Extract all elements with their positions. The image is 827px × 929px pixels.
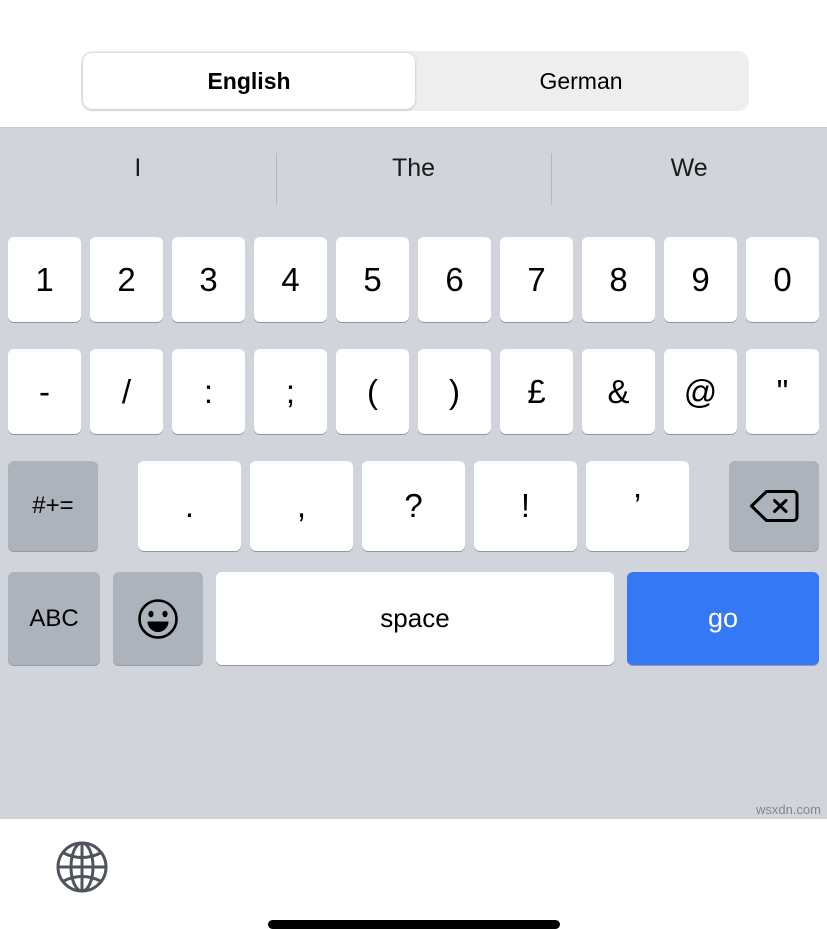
- delete-backspace-icon: [749, 488, 799, 524]
- segment-english-label: English: [207, 67, 291, 94]
- key-8[interactable]: 8: [582, 237, 655, 322]
- key-5-label: 5: [363, 260, 382, 298]
- key-ampersand[interactable]: &: [582, 349, 655, 434]
- key-slash-label: /: [121, 372, 132, 410]
- key-5[interactable]: 5: [336, 237, 409, 322]
- key-space[interactable]: space: [216, 572, 614, 665]
- key-emoji[interactable]: [113, 572, 203, 665]
- prediction-candidate-2[interactable]: The: [275, 128, 552, 208]
- key-7[interactable]: 7: [500, 237, 573, 322]
- key-3-label: 3: [199, 260, 218, 298]
- key-4[interactable]: 4: [254, 237, 327, 322]
- key-question[interactable]: ?: [362, 461, 465, 551]
- key-quote-double[interactable]: ": [746, 349, 819, 434]
- key-6[interactable]: 6: [418, 237, 491, 322]
- segment-english[interactable]: English: [83, 53, 415, 109]
- key-4-label: 4: [281, 260, 300, 298]
- prediction-candidate-1-label: I: [134, 153, 142, 182]
- key-1[interactable]: 1: [8, 237, 81, 322]
- prediction-candidate-3[interactable]: We: [551, 128, 827, 208]
- key-abc-label: ABC: [29, 604, 79, 632]
- key-paren-open[interactable]: (: [336, 349, 409, 434]
- watermark: wsxdn.com: [755, 802, 821, 817]
- key-ampersand-label: &: [607, 372, 630, 410]
- key-0-label: 0: [773, 260, 792, 298]
- segment-german-label: German: [539, 67, 623, 94]
- keyboard-row-symbols: - / : ; ( ) £ & @ ": [0, 349, 827, 434]
- key-colon-label: :: [203, 372, 214, 410]
- key-semicolon-label: ;: [285, 372, 296, 410]
- key-symbols-shift[interactable]: #+=: [8, 461, 98, 551]
- key-exclamation-label: !: [520, 487, 531, 524]
- key-go-label: go: [707, 603, 739, 633]
- prediction-candidate-2-label: The: [391, 153, 436, 182]
- key-comma-label: ,: [296, 487, 307, 524]
- keyboard-row-numbers: 1 2 3 4 5 6 7 8 9 0: [0, 237, 827, 322]
- key-2-label: 2: [117, 260, 136, 298]
- key-pound[interactable]: £: [500, 349, 573, 434]
- key-space-label: space: [380, 603, 450, 633]
- key-exclamation[interactable]: !: [474, 461, 577, 551]
- language-bar: English German: [0, 0, 827, 128]
- key-paren-close[interactable]: ): [418, 349, 491, 434]
- key-at[interactable]: @: [664, 349, 737, 434]
- key-3[interactable]: 3: [172, 237, 245, 322]
- key-0[interactable]: 0: [746, 237, 819, 322]
- key-period-label: .: [184, 487, 195, 524]
- keyboard: I The We 1 2 3 4 5 6 7 8 9 0 - / : ; ( )…: [0, 128, 827, 929]
- prediction-bar: I The We: [0, 128, 827, 208]
- language-segmented-control[interactable]: English German: [81, 51, 749, 111]
- key-pound-label: £: [527, 372, 546, 410]
- key-hyphen-label: -: [39, 372, 50, 410]
- key-symbols-shift-label: #+=: [32, 492, 74, 519]
- key-2[interactable]: 2: [90, 237, 163, 322]
- smiley-face-icon: [136, 597, 180, 641]
- key-slash[interactable]: /: [90, 349, 163, 434]
- key-6-label: 6: [445, 260, 464, 298]
- key-9[interactable]: 9: [664, 237, 737, 322]
- key-semicolon[interactable]: ;: [254, 349, 327, 434]
- prediction-candidate-1[interactable]: I: [0, 128, 276, 208]
- prediction-candidate-3-label: We: [670, 153, 708, 182]
- key-delete[interactable]: [729, 461, 819, 551]
- key-apostrophe-label: ’: [633, 487, 642, 524]
- key-9-label: 9: [691, 260, 710, 298]
- globe-icon: [54, 839, 110, 895]
- key-quote-double-label: ": [776, 372, 789, 410]
- key-7-label: 7: [527, 260, 546, 298]
- key-comma[interactable]: ,: [250, 461, 353, 551]
- segment-german[interactable]: German: [415, 53, 747, 109]
- key-1-label: 1: [35, 260, 54, 298]
- key-hyphen[interactable]: -: [8, 349, 81, 434]
- key-paren-open-label: (: [367, 372, 378, 410]
- key-paren-close-label: ): [449, 372, 460, 410]
- key-colon[interactable]: :: [172, 349, 245, 434]
- globe-button[interactable]: [52, 837, 112, 897]
- keyboard-row-punctuation: #+= . , ? ! ’: [0, 461, 827, 551]
- key-at-label: @: [683, 372, 718, 410]
- home-indicator-bar[interactable]: [268, 920, 560, 929]
- key-question-label: ?: [404, 487, 423, 524]
- key-8-label: 8: [609, 260, 628, 298]
- key-period[interactable]: .: [138, 461, 241, 551]
- keyboard-row-bottom: ABC space go: [0, 572, 827, 665]
- key-go[interactable]: go: [627, 572, 819, 665]
- key-apostrophe[interactable]: ’: [586, 461, 689, 551]
- key-abc[interactable]: ABC: [8, 572, 100, 665]
